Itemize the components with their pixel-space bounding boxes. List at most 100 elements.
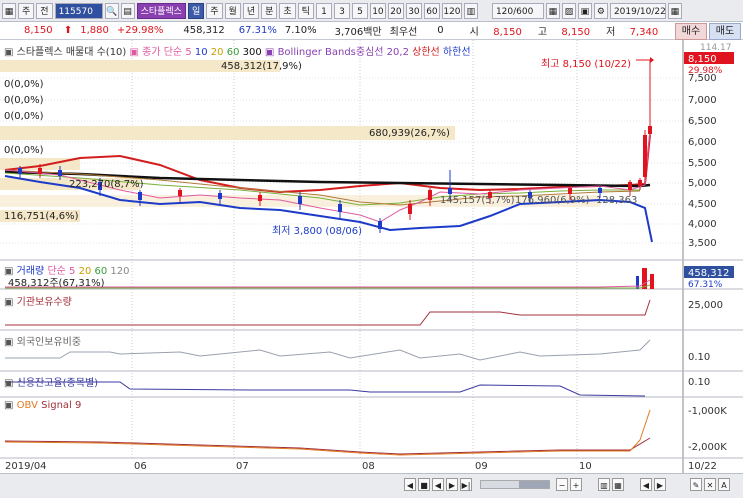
- credit-tick: 0.10: [688, 377, 710, 388]
- period-day-button[interactable]: 일: [187, 2, 205, 19]
- draw-icon[interactable]: ✎: [690, 478, 702, 491]
- stock-chart[interactable]: 2019/04 06 07 08 09 10 10/22 7,500 7,000…: [0, 40, 743, 473]
- period-tick-button[interactable]: 틱: [297, 2, 314, 19]
- x-axis-label: 08: [362, 461, 375, 472]
- interval-120[interactable]: 120: [441, 2, 462, 19]
- volume-ratio: 67.31%: [238, 25, 277, 36]
- end-icon[interactable]: ▶|: [460, 478, 472, 491]
- period-second-button[interactable]: 초: [279, 2, 296, 19]
- interval-30[interactable]: 30: [405, 2, 422, 19]
- price-tick: 6,500: [688, 116, 717, 127]
- gear-icon[interactable]: ⚙: [593, 2, 608, 19]
- price-change-pct: +29.98%: [116, 25, 164, 36]
- low-value: 저 7,340: [606, 27, 659, 38]
- zoom-in-icon[interactable]: +: [570, 478, 582, 491]
- interval-10[interactable]: 10: [369, 2, 386, 19]
- text-icon[interactable]: A: [718, 478, 730, 491]
- foreign-tick: 0.10: [688, 352, 710, 363]
- zero-label-3: 0(0,0%): [4, 111, 44, 122]
- pref-value: 0: [437, 25, 444, 36]
- x-axis-label: 2019/04: [5, 461, 47, 472]
- vp-label-7: 128,363: [596, 195, 638, 206]
- bars-icon[interactable]: ▥: [598, 478, 610, 491]
- credit-legend: ▣ 신용잔고율(종목별): [4, 378, 99, 389]
- vp-label-3: 116,751(4,6%): [4, 211, 79, 222]
- interval-1[interactable]: 1: [315, 2, 332, 19]
- x-axis-label: 10: [579, 461, 592, 472]
- count-input[interactable]: 120/600: [491, 2, 544, 19]
- vp-label-2: 680,939(26,7%): [369, 128, 450, 139]
- zero-label-4: 0(0,0%): [4, 145, 44, 156]
- volume-pct-tag: 67.31%: [688, 280, 723, 290]
- erase-icon[interactable]: ✕: [704, 478, 716, 491]
- step-left-icon[interactable]: ◀: [432, 478, 444, 491]
- sell-button[interactable]: 매도: [709, 23, 741, 40]
- scroll-thumb[interactable]: [519, 481, 549, 488]
- stop-icon[interactable]: ■: [418, 478, 430, 491]
- price-tick: 6,000: [688, 137, 717, 148]
- top-toolbar: ▦ 주 전 115570 🔍 ▤ 스타플렉스 일 주 월 년 분 초 틱 1 3…: [0, 0, 743, 22]
- zero-label-1: 0(0,0%): [4, 79, 44, 90]
- x-axis-label: 09: [475, 461, 488, 472]
- price-tick: 7,000: [688, 95, 717, 106]
- vp-label-5: 145,157(5,7%): [440, 195, 515, 206]
- quote-bar: 8,150 ⬆ 1,880 +29.98% 458,312 67.31% 7.1…: [0, 22, 743, 40]
- stock-code-input[interactable]: 115570: [54, 2, 103, 19]
- obv-tick: -1,000K: [688, 406, 727, 417]
- period-week-select[interactable]: 주: [18, 2, 35, 19]
- save-icon[interactable]: ▣: [577, 2, 592, 19]
- price-tick: 5,500: [688, 158, 717, 169]
- buy-button[interactable]: 매수: [675, 23, 707, 40]
- open-value: 시 8,150: [469, 27, 522, 38]
- price-tick: 4,000: [688, 219, 717, 230]
- date-input[interactable]: 2019/10/22: [609, 2, 666, 19]
- inst-legend: ▣ 기관보유수량: [4, 297, 72, 308]
- next-icon[interactable]: ▶: [654, 478, 666, 491]
- price-change: 1,880: [80, 25, 109, 36]
- grid-settings-icon[interactable]: ▦: [545, 2, 560, 19]
- bars-icon[interactable]: ▥: [463, 2, 478, 19]
- vp-label-1: 458,312(17,9%): [221, 61, 302, 72]
- period-minute-button[interactable]: 분: [261, 2, 278, 19]
- period-month-button[interactable]: 월: [224, 2, 241, 19]
- zero-label-2: 0(0,0%): [4, 95, 44, 106]
- price-tick: 4,500: [688, 199, 717, 210]
- search-icon[interactable]: 🔍: [104, 2, 119, 19]
- obv-legend: ▣ OBV Signal 9: [4, 400, 82, 411]
- grid-icon[interactable]: ▦: [2, 2, 16, 19]
- stock-name-label[interactable]: 스타플렉스: [136, 2, 186, 19]
- period-week-button[interactable]: 주: [206, 2, 223, 19]
- low-annotation: 최저 3,800 (08/06): [272, 226, 363, 237]
- price-tick: 3,500: [688, 238, 717, 249]
- step-right-icon[interactable]: ▶: [446, 478, 458, 491]
- inst-tick: 25,000: [688, 300, 723, 311]
- vp-label-4: 223,270(8,7%): [69, 179, 144, 190]
- interval-60[interactable]: 60: [423, 2, 440, 19]
- volume-value-label: 458,312주(67,31%): [8, 278, 105, 289]
- current-price: 8,150 ⬆: [24, 25, 73, 36]
- bottom-control-bar: ◀ ■ ◀ ▶ ▶| − + ▥ ▦ ◀ ▶ ✎ ✕ A: [0, 473, 743, 498]
- turnover-value: 7.10%: [284, 25, 317, 36]
- view-all-select[interactable]: 전: [36, 2, 53, 19]
- list-icon[interactable]: ▤: [120, 2, 135, 19]
- chart-scrollbar[interactable]: [480, 480, 550, 489]
- x-axis-label: 10/22: [688, 461, 717, 472]
- zoom-out-icon[interactable]: −: [556, 478, 568, 491]
- x-axis-label: 06: [134, 461, 147, 472]
- interval-20[interactable]: 20: [387, 2, 404, 19]
- left-arrow-icon[interactable]: ◀: [404, 478, 416, 491]
- volume-tag: 458,312: [688, 268, 729, 279]
- chart-icon[interactable]: ▨: [561, 2, 576, 19]
- period-year-button[interactable]: 년: [242, 2, 260, 19]
- foreign-legend: ▣ 외국인보유비중: [4, 337, 82, 348]
- interval-5[interactable]: 5: [351, 2, 368, 19]
- main-legend: ▣ 스타플렉스 매물대 수(10) ▣ 종가 단순 5 10 20 60 300…: [4, 47, 471, 58]
- last-price-tag: 8,150: [688, 54, 717, 65]
- high-annotation: 최고 8,150 (10/22): [541, 59, 632, 70]
- calendar-icon[interactable]: ▦: [667, 2, 682, 19]
- last-pct-tag: 29.98%: [688, 66, 723, 76]
- grid-icon[interactable]: ▦: [612, 478, 624, 491]
- prev-icon[interactable]: ◀: [640, 478, 652, 491]
- interval-3[interactable]: 3: [333, 2, 350, 19]
- partial-top-label: 114.17: [700, 43, 732, 53]
